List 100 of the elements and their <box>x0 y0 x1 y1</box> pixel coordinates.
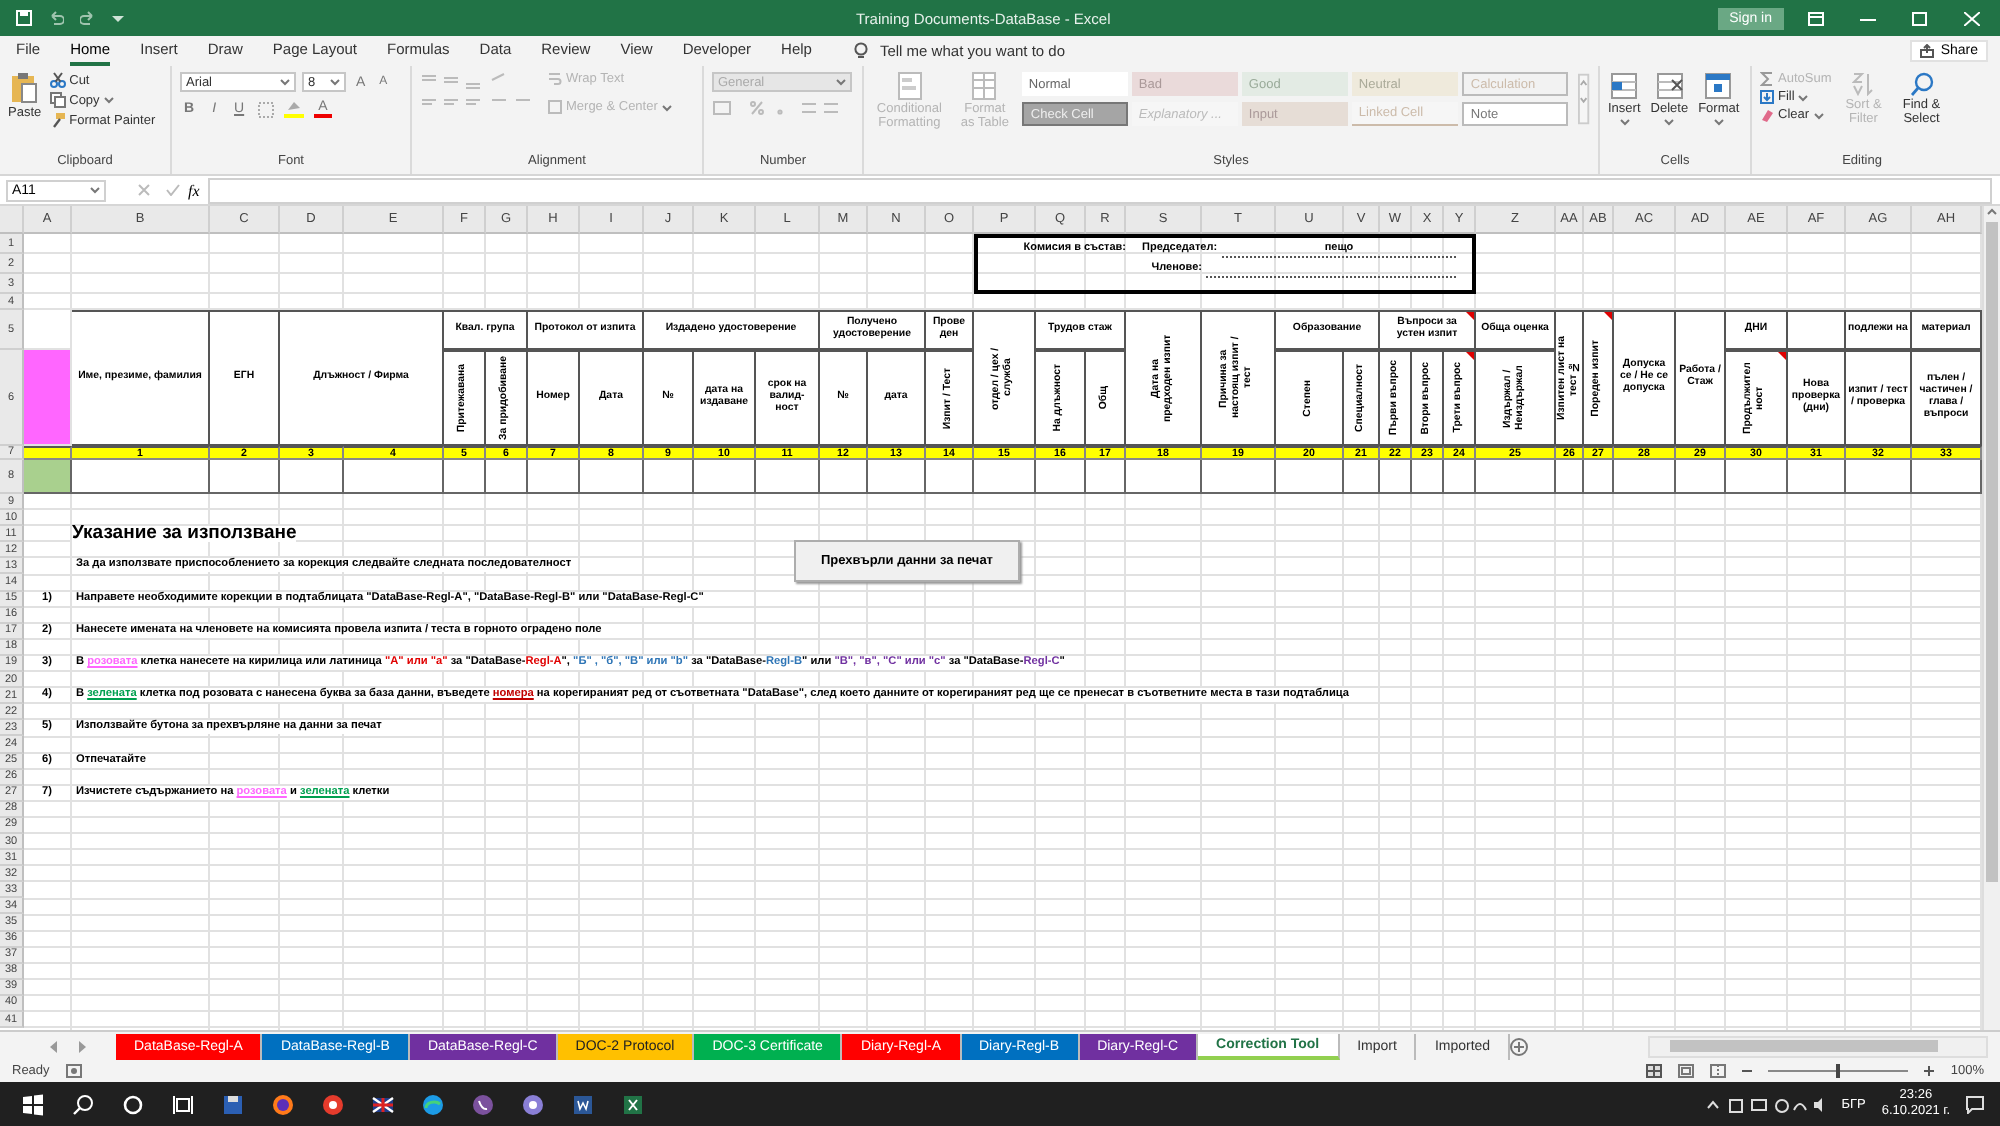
close-icon[interactable] <box>1964 11 1980 25</box>
task-view-icon[interactable] <box>172 1093 194 1115</box>
cells-icon <box>1704 72 1733 100</box>
table-cell <box>1202 460 1276 494</box>
clipboard-icon <box>10 72 39 104</box>
table-cell <box>694 460 756 494</box>
sort-icon <box>1851 72 1876 96</box>
search-icon <box>1909 72 1934 96</box>
table-cell <box>1584 460 1614 494</box>
disc-app-icon[interactable] <box>522 1093 544 1115</box>
normal-view-icon[interactable] <box>1646 1064 1663 1078</box>
table-cell <box>444 460 486 494</box>
redo-icon[interactable] <box>80 10 96 26</box>
wrap-text-icon <box>548 72 562 86</box>
macro-recording-icon[interactable] <box>65 1064 82 1078</box>
lightbulb-icon <box>853 42 868 60</box>
scroll-up-icon[interactable] <box>1986 206 1998 218</box>
table-cell <box>974 460 1036 494</box>
table-icon <box>972 72 997 100</box>
spreadsheet-icon[interactable] <box>622 1093 644 1115</box>
zoom-in-icon[interactable] <box>1924 1066 1935 1076</box>
circle-icon[interactable] <box>122 1093 144 1115</box>
caret-icon <box>661 103 672 111</box>
ribbon-display-icon[interactable] <box>1808 11 1824 25</box>
caret-icon <box>836 78 846 86</box>
zoom-out-icon[interactable] <box>1742 1066 1753 1076</box>
vertical-scrollbar[interactable] <box>1982 206 2000 1030</box>
flag-icon[interactable] <box>372 1093 394 1115</box>
table-cell <box>820 460 868 494</box>
table-cell <box>1788 460 1846 494</box>
zoom-slider-thumb[interactable] <box>1836 1064 1841 1078</box>
table-cell <box>1036 460 1086 494</box>
table-cell <box>210 460 280 494</box>
instructions-heading: Указание за използване <box>72 526 297 543</box>
caret-icon <box>103 96 114 104</box>
table-cell <box>1476 460 1556 494</box>
table-cell <box>1676 460 1726 494</box>
wave-browser-icon[interactable] <box>422 1093 444 1115</box>
ring-app-icon[interactable] <box>322 1093 344 1115</box>
share-icon <box>1920 44 1935 58</box>
caret-icon <box>1664 118 1675 127</box>
add-sheet-icon[interactable] <box>1510 1037 1529 1055</box>
caret-icon <box>1713 118 1724 127</box>
page-layout-view-icon[interactable] <box>1678 1064 1695 1078</box>
phone-bubble-icon[interactable] <box>472 1093 494 1115</box>
fill-color-icon[interactable] <box>284 100 305 118</box>
caret-icon <box>280 78 290 86</box>
table-cell <box>580 460 644 494</box>
table-cell <box>1444 460 1476 494</box>
number-row-cell <box>24 446 72 460</box>
table-cell <box>1344 460 1380 494</box>
page-break-view-icon[interactable] <box>1710 1064 1727 1078</box>
cells-icon <box>1655 72 1684 100</box>
table-cell <box>1726 460 1788 494</box>
table-cell <box>1412 460 1444 494</box>
caret-icon <box>330 78 340 86</box>
save-icon[interactable] <box>16 10 32 26</box>
table-cell <box>528 460 580 494</box>
table-cell <box>1276 460 1344 494</box>
table-cell <box>868 460 926 494</box>
table-cell <box>644 460 694 494</box>
caret-icon <box>1619 118 1630 127</box>
insert-function-button[interactable]: fx <box>188 181 200 199</box>
table-cell <box>1788 310 1846 350</box>
table-cell <box>72 460 210 494</box>
paintbrush-icon <box>49 112 66 128</box>
table-cell <box>1126 460 1202 494</box>
copy-icon <box>49 92 66 108</box>
table-cell <box>1556 460 1584 494</box>
table-cell <box>1846 460 1912 494</box>
customize-icon[interactable] <box>112 12 124 24</box>
table-cell <box>926 460 974 494</box>
windows-start-icon[interactable] <box>22 1093 44 1115</box>
notification-icon[interactable] <box>1966 1095 1984 1113</box>
table-cell <box>486 460 528 494</box>
horizontal-scrollbar[interactable] <box>1648 1035 1988 1057</box>
formula-input[interactable] <box>207 177 1992 203</box>
tray-system-icons[interactable] <box>1705 1095 1826 1113</box>
undo-icon[interactable] <box>48 10 64 26</box>
table-cell <box>1380 460 1412 494</box>
row-input-cell <box>24 460 72 494</box>
eraser-icon <box>1760 108 1774 122</box>
cells-icon <box>1610 72 1639 100</box>
table-cell <box>280 460 344 494</box>
check-icon[interactable] <box>166 184 180 196</box>
word-document-icon[interactable] <box>572 1093 594 1115</box>
letter-input-cell <box>24 350 72 446</box>
table-cell <box>756 460 820 494</box>
search-icon[interactable] <box>72 1093 94 1115</box>
table-cell <box>1086 460 1126 494</box>
restore-icon[interactable] <box>1912 11 1928 25</box>
fill-down-icon <box>1760 90 1774 104</box>
next-sheet-icon[interactable] <box>78 1039 88 1053</box>
previous-sheet-icon[interactable] <box>48 1039 58 1053</box>
conditional-formatting-icon <box>897 72 922 100</box>
fox-browser-icon[interactable] <box>272 1093 294 1115</box>
sigma-icon <box>1760 72 1774 86</box>
table-cell <box>1614 460 1676 494</box>
scissors-icon <box>49 72 66 88</box>
merge-icon <box>548 100 562 114</box>
